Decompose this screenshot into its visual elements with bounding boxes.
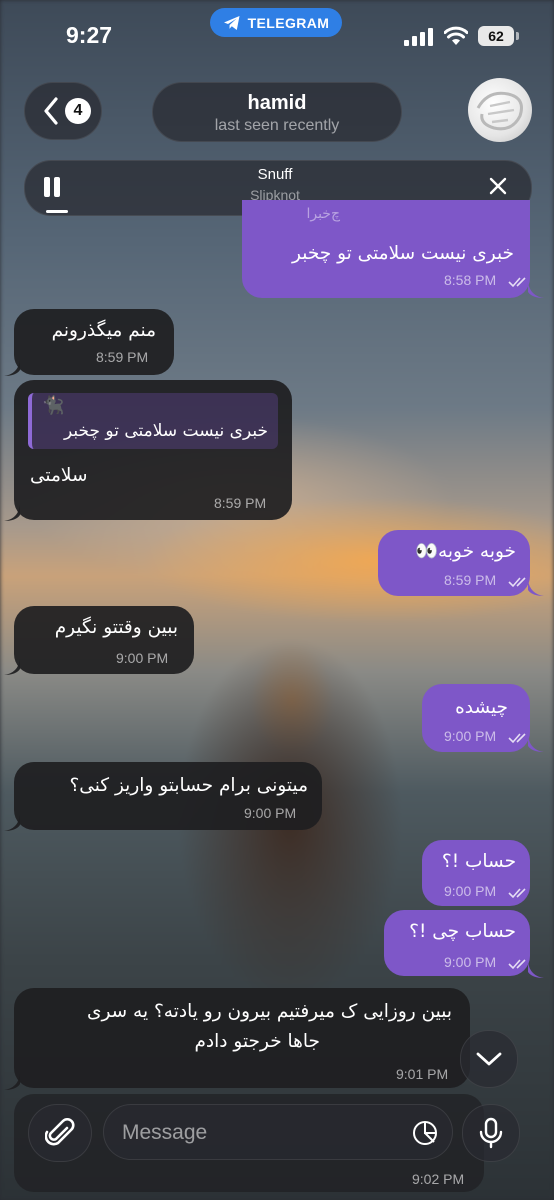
reply-text: خبری نیست سلامتی تو چخبر xyxy=(64,421,268,441)
message-text: حساب !؟ xyxy=(441,851,516,872)
bubble-tail xyxy=(4,815,20,831)
message-time: 9:00 PM xyxy=(244,805,297,821)
message-time: 9:00 PM xyxy=(444,728,497,744)
chevron-down-icon xyxy=(476,1052,502,1066)
battery-tip xyxy=(516,32,519,40)
status-time: 9:27 xyxy=(66,22,113,48)
microphone-icon xyxy=(479,1117,503,1149)
signal-icon xyxy=(404,28,433,46)
telegram-icon xyxy=(223,15,240,30)
message-text: ببین وقتتو نگیرم xyxy=(54,617,178,638)
message-time: 9:00 PM xyxy=(444,883,497,899)
bubble-tail xyxy=(4,505,20,521)
message-time: 8:58 PM xyxy=(444,272,497,288)
message-time: 9:01 PM xyxy=(396,1066,449,1082)
message-time: 9:00 PM xyxy=(116,650,169,666)
chat-title[interactable]: hamid last seen recently xyxy=(152,82,402,142)
message-text: میتونی برام حسابتو واریز کنی؟ xyxy=(69,775,308,796)
unread-count-badge: 4 xyxy=(65,98,91,124)
avatar-scribble xyxy=(476,91,523,131)
double-check-icon xyxy=(508,888,526,899)
bubble-tail xyxy=(4,659,20,675)
attach-button[interactable] xyxy=(28,1104,92,1162)
paperclip-icon xyxy=(45,1118,75,1146)
contact-name: hamid xyxy=(247,92,307,114)
wifi-icon xyxy=(444,26,468,45)
pause-icon[interactable] xyxy=(44,177,60,197)
chevron-left-icon xyxy=(44,97,58,125)
telegram-pill-label: TELEGRAM xyxy=(247,14,330,31)
bubble-tail xyxy=(528,962,544,978)
message-time: 8:59 PM xyxy=(444,572,497,588)
message-text: چیشده xyxy=(455,697,508,718)
message-text: خوبه خوبه👀 xyxy=(414,541,516,562)
message-bubble-incoming[interactable]: منم میگذرونم xyxy=(14,309,174,375)
message-text: سلامتی xyxy=(30,465,88,486)
bubble-tail xyxy=(528,736,544,752)
message-input[interactable] xyxy=(120,1117,384,1149)
scroll-to-bottom-button[interactable] xyxy=(460,1030,518,1088)
bubble-tail xyxy=(4,360,20,376)
bubble-tail xyxy=(528,580,544,596)
reply-quote[interactable]: 🐈‍⬛ خبری نیست سلامتی تو چخبر xyxy=(28,393,278,449)
bubble-tail xyxy=(4,1074,20,1090)
message-text-line-2: جاها خرجتو دادم xyxy=(194,1031,320,1052)
battery-indicator: 62 xyxy=(478,26,514,46)
message-text: حساب چی !؟ xyxy=(409,921,516,942)
contact-status: last seen recently xyxy=(214,117,340,134)
message-time: 9:02 PM xyxy=(412,1171,465,1187)
double-check-icon xyxy=(508,277,526,288)
quoted-snippet: چ‌خبرا xyxy=(306,206,340,222)
message-time: 8:59 PM xyxy=(96,349,149,365)
double-check-icon xyxy=(508,733,526,744)
double-check-icon xyxy=(508,959,526,970)
message-text: خبری نیست سلامتی تو چخبر xyxy=(292,243,514,264)
close-icon[interactable] xyxy=(486,174,510,198)
playback-progress xyxy=(46,210,68,213)
message-time: 9:00 PM xyxy=(444,954,497,970)
voice-record-button[interactable] xyxy=(462,1104,520,1162)
back-button[interactable]: 4 xyxy=(24,82,102,140)
message-input-container[interactable] xyxy=(103,1104,453,1160)
message-text-line-1: ببین روزایی ک میرفتیم بیرون رو یادته؟ یه… xyxy=(86,1001,452,1022)
reply-emoji: 🐈‍⬛ xyxy=(42,395,65,416)
sticker-icon[interactable] xyxy=(412,1120,438,1146)
bubble-tail xyxy=(528,282,544,298)
message-time: 8:59 PM xyxy=(214,495,267,511)
message-text: منم میگذرونم xyxy=(51,320,156,341)
track-title: Snuff xyxy=(257,166,293,183)
double-check-icon xyxy=(508,577,526,588)
telegram-pill[interactable]: TELEGRAM xyxy=(210,8,342,37)
avatar[interactable] xyxy=(468,78,532,142)
